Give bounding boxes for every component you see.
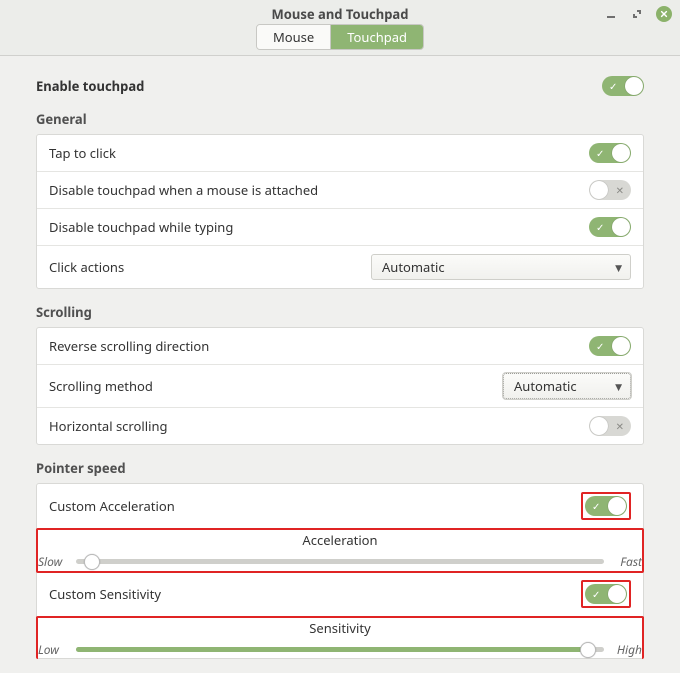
custom-acceleration-row: Custom Acceleration ✓ bbox=[37, 484, 643, 529]
enable-touchpad-label: Enable touchpad bbox=[36, 77, 144, 95]
tap-to-click-row: Tap to click ✓ bbox=[37, 135, 643, 172]
click-actions-label: Click actions bbox=[49, 258, 124, 276]
highlight-box: ✓ bbox=[581, 492, 631, 520]
reverse-scrolling-row: Reverse scrolling direction ✓ bbox=[37, 328, 643, 365]
acceleration-slider[interactable] bbox=[76, 559, 604, 564]
disable-while-typing-toggle[interactable]: ✓ bbox=[589, 217, 631, 237]
click-actions-value: Automatic bbox=[382, 258, 445, 276]
horizontal-scrolling-label: Horizontal scrolling bbox=[49, 417, 167, 435]
disable-while-typing-label: Disable touchpad while typing bbox=[49, 218, 233, 236]
acceleration-low-caption: Slow bbox=[38, 553, 68, 570]
tab-touchpad[interactable]: Touchpad bbox=[331, 25, 423, 49]
reverse-scrolling-toggle[interactable]: ✓ bbox=[589, 336, 631, 356]
touchpad-panel: Enable touchpad ✓ General Tap to click ✓… bbox=[0, 56, 680, 673]
chevron-down-icon: ▼ bbox=[615, 261, 622, 274]
horizontal-scrolling-toggle[interactable]: ✕ bbox=[589, 416, 631, 436]
sensitivity-high-caption: High bbox=[612, 641, 642, 658]
window-title: Mouse and Touchpad bbox=[272, 4, 409, 24]
scroll-method-value: Automatic bbox=[514, 377, 577, 395]
custom-acceleration-label: Custom Acceleration bbox=[49, 497, 175, 515]
sensitivity-slider-row: Sensitivity Low High bbox=[36, 616, 644, 659]
section-scrolling-title: Scrolling bbox=[36, 303, 644, 321]
sensitivity-low-caption: Low bbox=[38, 641, 68, 658]
disable-when-mouse-label: Disable touchpad when a mouse is attache… bbox=[49, 181, 318, 199]
section-general-title: General bbox=[36, 110, 644, 128]
reverse-scrolling-label: Reverse scrolling direction bbox=[49, 337, 209, 355]
scroll-method-row: Scrolling method Automatic ▼ bbox=[37, 365, 643, 408]
custom-sensitivity-toggle[interactable]: ✓ bbox=[585, 584, 627, 604]
sensitivity-slider[interactable] bbox=[76, 647, 604, 652]
enable-touchpad-toggle[interactable]: ✓ bbox=[602, 76, 644, 96]
scroll-method-label: Scrolling method bbox=[49, 377, 153, 395]
section-pointer-title: Pointer speed bbox=[36, 459, 644, 477]
minimize-button[interactable] bbox=[604, 7, 618, 21]
disable-when-mouse-toggle[interactable]: ✕ bbox=[589, 180, 631, 200]
tap-to-click-toggle[interactable]: ✓ bbox=[589, 143, 631, 163]
scrolling-group: Reverse scrolling direction ✓ Scrolling … bbox=[36, 327, 644, 445]
tab-mouse[interactable]: Mouse bbox=[257, 25, 331, 49]
main-tabs: Mouse Touchpad bbox=[256, 24, 424, 50]
disable-while-typing-row: Disable touchpad while typing ✓ bbox=[37, 209, 643, 246]
general-group: Tap to click ✓ Disable touchpad when a m… bbox=[36, 134, 644, 289]
acceleration-high-caption: Fast bbox=[612, 553, 642, 570]
window-controls bbox=[604, 6, 672, 22]
highlight-box: ✓ bbox=[581, 580, 631, 608]
disable-when-mouse-row: Disable touchpad when a mouse is attache… bbox=[37, 172, 643, 209]
sensitivity-heading: Sensitivity bbox=[38, 619, 642, 637]
custom-acceleration-toggle[interactable]: ✓ bbox=[585, 496, 627, 516]
scroll-method-dropdown[interactable]: Automatic ▼ bbox=[503, 373, 631, 399]
chevron-down-icon: ▼ bbox=[615, 380, 622, 393]
tap-to-click-label: Tap to click bbox=[49, 144, 116, 162]
custom-sensitivity-row: Custom Sensitivity ✓ bbox=[37, 572, 643, 617]
click-actions-row: Click actions Automatic ▼ bbox=[37, 246, 643, 288]
enable-touchpad-row: Enable touchpad ✓ bbox=[36, 76, 644, 96]
pointer-speed-group: Custom Acceleration ✓ Acceleration Slow … bbox=[36, 483, 644, 659]
click-actions-dropdown[interactable]: Automatic ▼ bbox=[371, 254, 631, 280]
close-button[interactable] bbox=[656, 6, 672, 22]
custom-sensitivity-label: Custom Sensitivity bbox=[49, 585, 161, 603]
title-bar: Mouse and Touchpad Mouse Touchpad bbox=[0, 0, 680, 56]
acceleration-slider-row: Acceleration Slow Fast bbox=[36, 528, 644, 573]
maximize-button[interactable] bbox=[630, 7, 644, 21]
horizontal-scrolling-row: Horizontal scrolling ✕ bbox=[37, 408, 643, 444]
acceleration-heading: Acceleration bbox=[38, 531, 642, 549]
